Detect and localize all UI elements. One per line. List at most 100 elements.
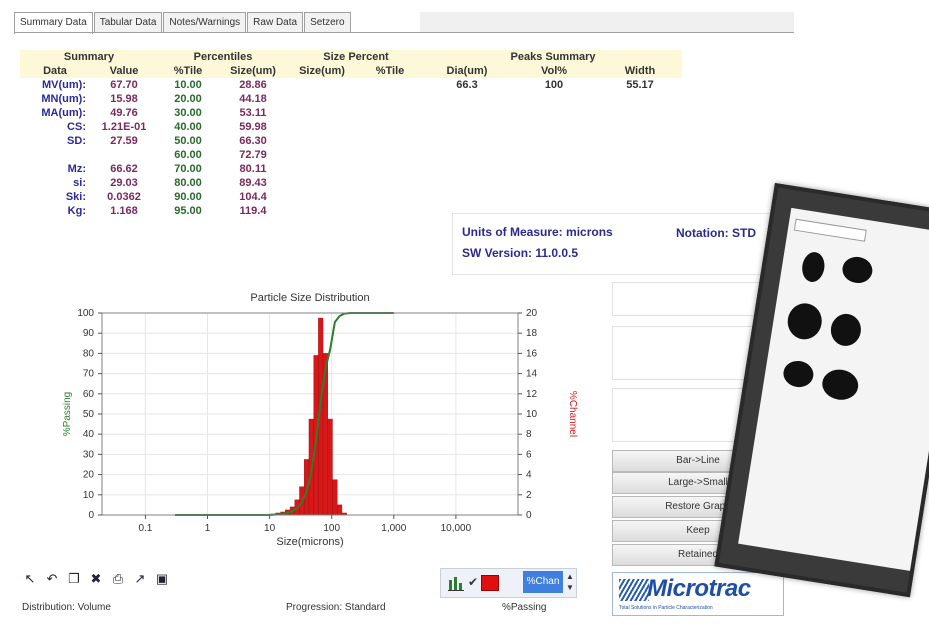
info-box	[452, 213, 790, 275]
graph-toolbar: ↖ ↶ ❐ ✖ ⎙ ↗ ▣	[22, 568, 170, 590]
size-percent-tile	[356, 134, 424, 148]
y-tick-label: 40	[83, 429, 95, 440]
device-field	[793, 218, 867, 242]
tab-tabular-data[interactable]: Tabular Data	[93, 12, 163, 32]
x-axis-label: Size(microns)	[276, 536, 343, 548]
peak-vol	[510, 148, 598, 162]
y2-axis-label: %Channel	[567, 391, 578, 437]
status-passing: %Passing	[502, 602, 547, 613]
row-label: CS:	[67, 121, 86, 133]
size-percent-size	[288, 92, 356, 106]
summary-header-row: Summary Percentiles Size Percent Peaks S…	[20, 50, 682, 64]
row-value: 29.03	[110, 177, 138, 189]
export-icon[interactable]: ↗	[132, 571, 148, 587]
size-percent-size	[288, 204, 356, 218]
size-percent-tile	[356, 190, 424, 204]
y-axis-label: %Passing	[62, 392, 73, 436]
peak-dia: 66.3	[456, 79, 478, 91]
delete-icon[interactable]: ✖	[88, 571, 104, 587]
tab-notes-warnings[interactable]: Notes/Warnings	[163, 12, 247, 32]
size-percent-size	[288, 106, 356, 120]
checkmark-icon[interactable]: ✔	[468, 575, 478, 589]
percentiles-group-header: Percentiles	[158, 50, 288, 64]
bar-chart-icon[interactable]	[447, 574, 465, 592]
size-percent-size	[288, 190, 356, 204]
tab-bar: Summary Data Tabular Data Notes/Warnings…	[14, 12, 352, 34]
table-row: Mz: 66.62 70.00 80.11	[20, 162, 682, 176]
particle-image	[800, 250, 827, 284]
peak-width	[598, 176, 682, 190]
col-size2: Size(um)	[288, 64, 356, 78]
undo-icon[interactable]: ↶	[44, 571, 60, 587]
size-percent-tile	[356, 92, 424, 106]
size-percent-tile	[356, 120, 424, 134]
peak-dia	[424, 190, 510, 204]
peak-vol: 100	[544, 79, 564, 91]
application-window: Summary Data Tabular Data Notes/Warnings…	[0, 0, 929, 625]
row-value	[90, 148, 158, 162]
row-percentile: 90.00	[174, 191, 202, 203]
y2-tick-label: 18	[526, 328, 538, 339]
col-value: Value	[90, 64, 158, 78]
peak-vol	[510, 92, 598, 106]
row-size: 104.4	[239, 191, 267, 203]
tab-strip-background	[420, 12, 794, 32]
size-percent-tile	[356, 176, 424, 190]
units-of-measure: Units of Measure: microns	[462, 225, 613, 239]
row-size: 80.11	[239, 163, 267, 175]
peak-width: 55.17	[626, 79, 654, 91]
peak-width	[598, 162, 682, 176]
size-percent-tile	[356, 78, 424, 92]
tab-setzero[interactable]: Setzero	[304, 12, 351, 32]
row-label: MN(um):	[41, 93, 86, 105]
copy-icon[interactable]: ❐	[66, 571, 82, 587]
channel-mode-button[interactable]: %Chan	[523, 571, 563, 593]
row-size: 119.4	[239, 205, 267, 217]
row-value: 1.168	[110, 205, 138, 217]
peak-dia	[424, 120, 510, 134]
row-size: 28.86	[239, 79, 267, 91]
print-icon[interactable]: ⎙	[110, 571, 126, 587]
peak-width	[598, 134, 682, 148]
size-percent-size	[288, 78, 356, 92]
logo-tagline: Total Solutions in Particle Characteriza…	[619, 605, 713, 611]
sw-version-label: SW Version:	[462, 246, 533, 260]
row-percentile: 80.00	[174, 177, 202, 189]
peak-dia	[424, 162, 510, 176]
mode-spinner-icon[interactable]: ▲ ▼	[566, 571, 574, 593]
row-size: 66.30	[239, 135, 267, 147]
row-value: 1.21E-01	[101, 121, 147, 133]
row-size: 44.18	[239, 93, 267, 105]
peak-dia	[424, 148, 510, 162]
row-size: 72.79	[239, 149, 267, 161]
row-size: 59.98	[239, 121, 267, 133]
row-label: MV(um):	[42, 79, 86, 91]
tab-summary-data[interactable]: Summary Data	[14, 12, 93, 34]
status-progression: Progression: Standard	[286, 602, 386, 613]
col-data: Data	[20, 64, 90, 78]
size-percent-size	[288, 162, 356, 176]
table-row: CS: 1.21E-01 40.00 59.98	[20, 120, 682, 134]
col-tile2: %Tile	[356, 64, 424, 78]
x-tick-label: 10	[264, 523, 276, 534]
row-percentile: 95.00	[174, 205, 202, 217]
table-row: MA(um): 49.76 30.00 53.11	[20, 106, 682, 120]
color-swatch[interactable]	[481, 575, 499, 591]
y-tick-label: 50	[83, 409, 95, 420]
size-percent-tile	[356, 148, 424, 162]
units-label: Units of Measure:	[462, 225, 563, 239]
device-screen	[738, 207, 929, 571]
summary-column-row: Data Value %Tile Size(um) Size(um) %Tile…	[20, 64, 682, 78]
tab-raw-data[interactable]: Raw Data	[247, 12, 304, 32]
logo-mark-icon	[619, 579, 649, 601]
x-tick-label: 10,000	[441, 523, 472, 534]
size-percent-tile	[356, 162, 424, 176]
y-tick-label: 0	[88, 510, 94, 521]
y-tick-label: 90	[83, 328, 95, 339]
particle-size-chart[interactable]: Particle Size Distribution01020304050607…	[20, 285, 600, 560]
save-icon[interactable]: ▣	[154, 571, 170, 587]
row-label	[20, 148, 90, 162]
peak-vol	[510, 190, 598, 204]
peak-dia	[424, 92, 510, 106]
pointer-icon[interactable]: ↖	[22, 571, 38, 587]
